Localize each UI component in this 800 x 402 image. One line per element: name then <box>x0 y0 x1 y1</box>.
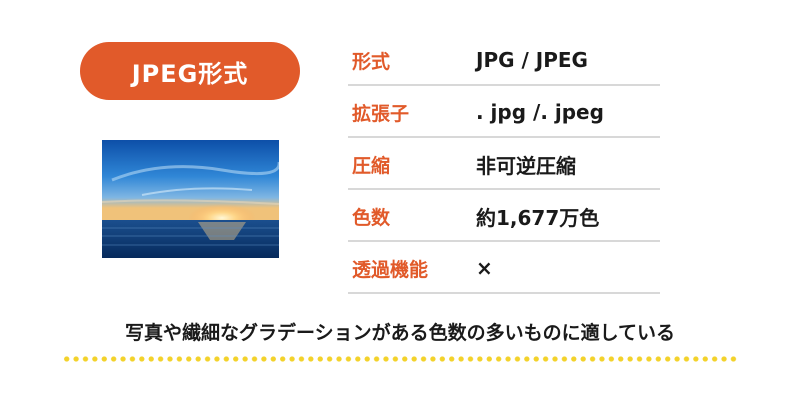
spec-label: 形式 <box>352 50 391 73</box>
dotted-underline <box>62 356 738 362</box>
spec-row-format: 形式 JPG / JPEG <box>348 36 660 86</box>
spec-row-compression: 圧縮 非可逆圧縮 <box>348 140 660 190</box>
spec-label: 圧縮 <box>352 154 391 177</box>
spec-table: 形式 JPG / JPEG 拡張子 . jpg /. jpeg 圧縮 非可逆圧縮… <box>348 36 660 296</box>
spec-value: 非可逆圧縮 <box>476 153 576 178</box>
spec-row-colors: 色数 約1,677万色 <box>348 192 660 242</box>
spec-row-transparency: 透過機能 × <box>348 244 660 294</box>
spec-label: 透過機能 <box>352 258 429 281</box>
sunset-photo <box>102 140 279 258</box>
spec-row-extension: 拡張子 . jpg /. jpeg <box>348 88 660 138</box>
format-badge-label: JPEG形式 <box>131 59 249 88</box>
spec-value: . jpg /. jpeg <box>476 100 604 124</box>
format-badge: JPEG形式 <box>80 42 300 100</box>
spec-value: × <box>476 256 493 280</box>
usage-caption: 写真や繊細なグラデーションがある色数の多いものに適している <box>124 322 676 344</box>
spec-label: 色数 <box>352 206 391 229</box>
spec-label: 拡張子 <box>352 102 410 125</box>
spec-value: JPG / JPEG <box>476 48 588 72</box>
spec-value: 約1,677万色 <box>476 205 600 230</box>
